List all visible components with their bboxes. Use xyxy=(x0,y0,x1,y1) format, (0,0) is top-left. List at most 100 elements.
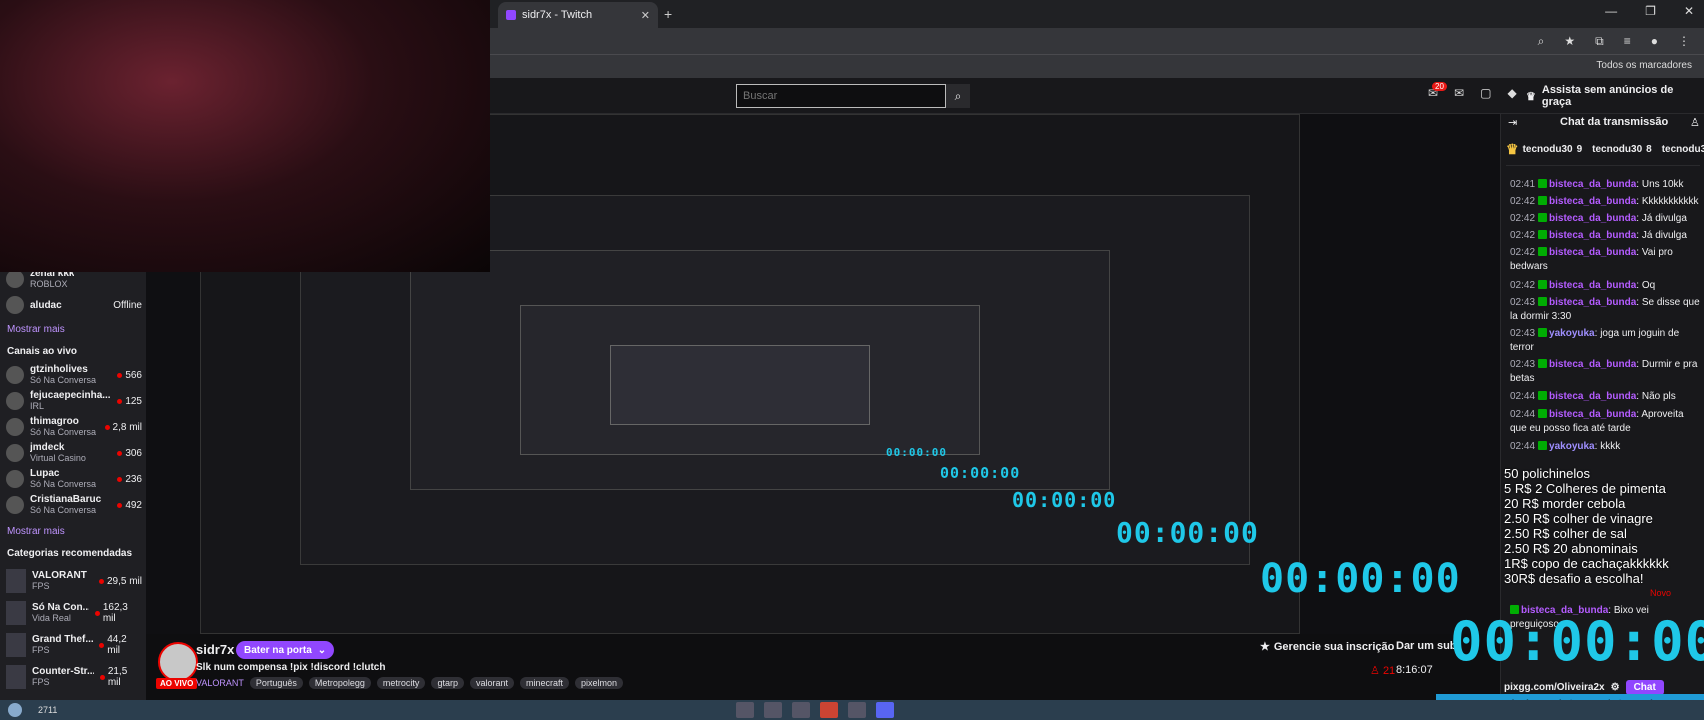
tag[interactable]: Português xyxy=(249,677,303,689)
live-dot-icon xyxy=(104,424,110,430)
restore-icon[interactable]: ❐ xyxy=(1645,4,1656,18)
reward-item: 2.50 R$ 20 abnominais xyxy=(1504,541,1638,556)
chat-username[interactable]: bisteca_da_bunda xyxy=(1549,409,1636,420)
sidebar-offline-item[interactable]: aludac Offline xyxy=(6,292,142,318)
chat-username[interactable]: bisteca_da_bunda xyxy=(1549,247,1636,258)
obs-icon[interactable] xyxy=(792,702,810,718)
offline-status: Offline xyxy=(113,299,142,311)
gift-sub-button[interactable]: Dar um sub xyxy=(1396,640,1457,652)
search-button[interactable]: ⌕ xyxy=(946,84,970,108)
chat-username[interactable]: bisteca_da_bunda xyxy=(1549,179,1636,190)
app-icon[interactable] xyxy=(848,702,866,718)
streamer-avatar[interactable] xyxy=(158,642,198,682)
minimize-icon[interactable]: — xyxy=(1605,4,1617,18)
collapse-chat-icon[interactable]: ⇥ xyxy=(1508,116,1517,129)
all-bookmarks-link[interactable]: Todos os marcadores xyxy=(1596,60,1692,71)
live-dot-icon xyxy=(98,578,104,584)
sidebar-live-item[interactable]: thimagroo Só Na Conversa 2,8 mil xyxy=(6,414,142,440)
record-icon[interactable] xyxy=(820,702,838,718)
chat-username[interactable]: bisteca_da_bunda xyxy=(1549,391,1636,402)
avatar xyxy=(6,296,24,314)
sidebar-category-item[interactable]: Só Na Con... Vida Real 162,3 mil xyxy=(6,598,142,628)
channel-name: thimagroo xyxy=(30,416,79,427)
channel-category: Só Na Conversa xyxy=(30,505,97,515)
game-box-art xyxy=(6,633,26,657)
avatar xyxy=(6,496,24,514)
sidebar-category-item[interactable]: Counter-Str... FPS 21,5 mil xyxy=(6,662,142,692)
chat-text: Uns 10kk xyxy=(1641,179,1684,190)
close-window-icon[interactable]: ✕ xyxy=(1684,4,1694,18)
chat-message: 02:42 bisteca_da_bunda: Oq xyxy=(1510,280,1656,291)
tag[interactable]: valorant xyxy=(469,677,514,689)
search-input[interactable] xyxy=(736,84,946,108)
viewer-count: 306 xyxy=(117,448,142,459)
media-icon[interactable]: ≡ xyxy=(1624,34,1631,49)
chat-username[interactable]: bisteca_da_bunda xyxy=(1549,196,1636,207)
sidebar-live-item[interactable]: fejucaepecinha... IRL 125 xyxy=(6,388,142,414)
browser-tab[interactable]: sidr7x - Twitch ✕ xyxy=(498,2,658,28)
discord-icon[interactable] xyxy=(876,702,894,718)
chat-username[interactable]: yakoyuka xyxy=(1549,328,1595,339)
reward-item: 30R$ desafio a escolha! xyxy=(1504,571,1644,586)
sidebar-live-item[interactable]: gtzinholives Só Na Conversa 566 xyxy=(6,362,142,388)
profile-icon[interactable]: ● xyxy=(1651,34,1658,49)
sidebar-category-item[interactable]: VALORANT FPS 29,5 mil xyxy=(6,566,142,596)
close-tab-icon[interactable]: ✕ xyxy=(641,9,650,22)
viewer-count-value: 492 xyxy=(125,499,142,511)
tag[interactable]: metrocity xyxy=(376,677,426,689)
chat-username[interactable]: bisteca_da_bunda xyxy=(1549,297,1636,308)
tag[interactable]: minecraft xyxy=(519,677,569,689)
channel-name: jmdeck xyxy=(30,442,65,453)
chat-time: 02:43 xyxy=(1510,297,1536,308)
tag[interactable]: pixelmon xyxy=(575,677,624,689)
show-more-link[interactable]: Mostrar mais xyxy=(7,324,65,335)
manage-subscription-button[interactable]: ★ Gerencie sua inscrição xyxy=(1260,640,1394,654)
zoom-icon[interactable]: ⌕ xyxy=(1538,34,1545,49)
sidebar-live-item[interactable]: CristianaBaruc Só Na Conversa 492 xyxy=(6,492,142,518)
bits-icon[interactable]: ◆ xyxy=(1507,86,1516,100)
adfree-button[interactable]: ♛ Assista sem anúncios de graça xyxy=(1526,84,1704,108)
viewer-count: 2,8 mil xyxy=(104,422,142,433)
inbox-icon[interactable]: ✉ xyxy=(1454,86,1464,100)
tag[interactable]: gtarp xyxy=(431,677,464,689)
channel-name: CristianaBaruc xyxy=(30,494,102,505)
community-icon[interactable]: ♙ xyxy=(1690,116,1700,129)
gifter-name: tecnodu30 xyxy=(1592,144,1643,155)
chat-username[interactable]: yakoyuka xyxy=(1549,441,1595,452)
show-more-link[interactable]: Mostrar mais xyxy=(7,526,65,537)
start-button-icon[interactable] xyxy=(8,703,22,717)
whispers-icon[interactable]: ▢ xyxy=(1480,86,1491,100)
tag[interactable]: Metropolegg xyxy=(308,677,371,689)
settings-gear-icon[interactable]: ⚙ xyxy=(1611,682,1620,693)
chat-username[interactable]: bisteca_da_bunda xyxy=(1549,230,1636,241)
folder-icon[interactable] xyxy=(736,702,754,718)
menu-icon[interactable]: ⋮ xyxy=(1678,34,1690,49)
new-messages-label[interactable]: Novo xyxy=(1650,588,1671,598)
extensions-icon[interactable]: ⧉ xyxy=(1595,34,1604,49)
sidebar-live-item[interactable]: jmdeck Virtual Casino 306 xyxy=(6,440,142,466)
bookmark-star-icon[interactable]: ★ xyxy=(1564,34,1575,49)
chrome-icon[interactable] xyxy=(764,702,782,718)
game-box-art xyxy=(6,601,26,625)
chat-username[interactable]: bisteca_da_bunda xyxy=(1549,359,1636,370)
streamer-webcam xyxy=(0,0,490,272)
verified-badge-icon xyxy=(1538,359,1548,368)
category-tag: Vida Real xyxy=(32,613,71,623)
sidebar-live-item[interactable]: Lupac Só Na Conversa 236 xyxy=(6,466,142,492)
category-name: VALORANT xyxy=(32,570,87,581)
knock-button[interactable]: Bater na porta ⌄ xyxy=(236,641,335,659)
viewer-count-value: 306 xyxy=(125,447,142,459)
chat-send-button[interactable]: Chat xyxy=(1625,679,1664,695)
sidebar-category-item[interactable]: Grand Thef... FPS 44,2 mil xyxy=(6,630,142,660)
category-tag: FPS xyxy=(32,677,50,687)
chat-username[interactable]: bisteca_da_bunda xyxy=(1549,213,1636,224)
live-dot-icon xyxy=(117,450,123,456)
chat-message: 02:44 bisteca_da_bunda: Não pls xyxy=(1510,391,1676,402)
viewer-count-value: 162,3 mil xyxy=(102,602,128,624)
game-link[interactable]: VALORANT xyxy=(196,678,244,688)
streamer-name[interactable]: sidr7x xyxy=(196,642,234,657)
new-tab-button[interactable]: + xyxy=(664,6,672,22)
chat-username[interactable]: bisteca_da_bunda xyxy=(1549,280,1636,291)
reward-item: 5 R$ 2 Colheres de pimenta xyxy=(1504,481,1666,496)
category-tag: FPS xyxy=(32,645,50,655)
